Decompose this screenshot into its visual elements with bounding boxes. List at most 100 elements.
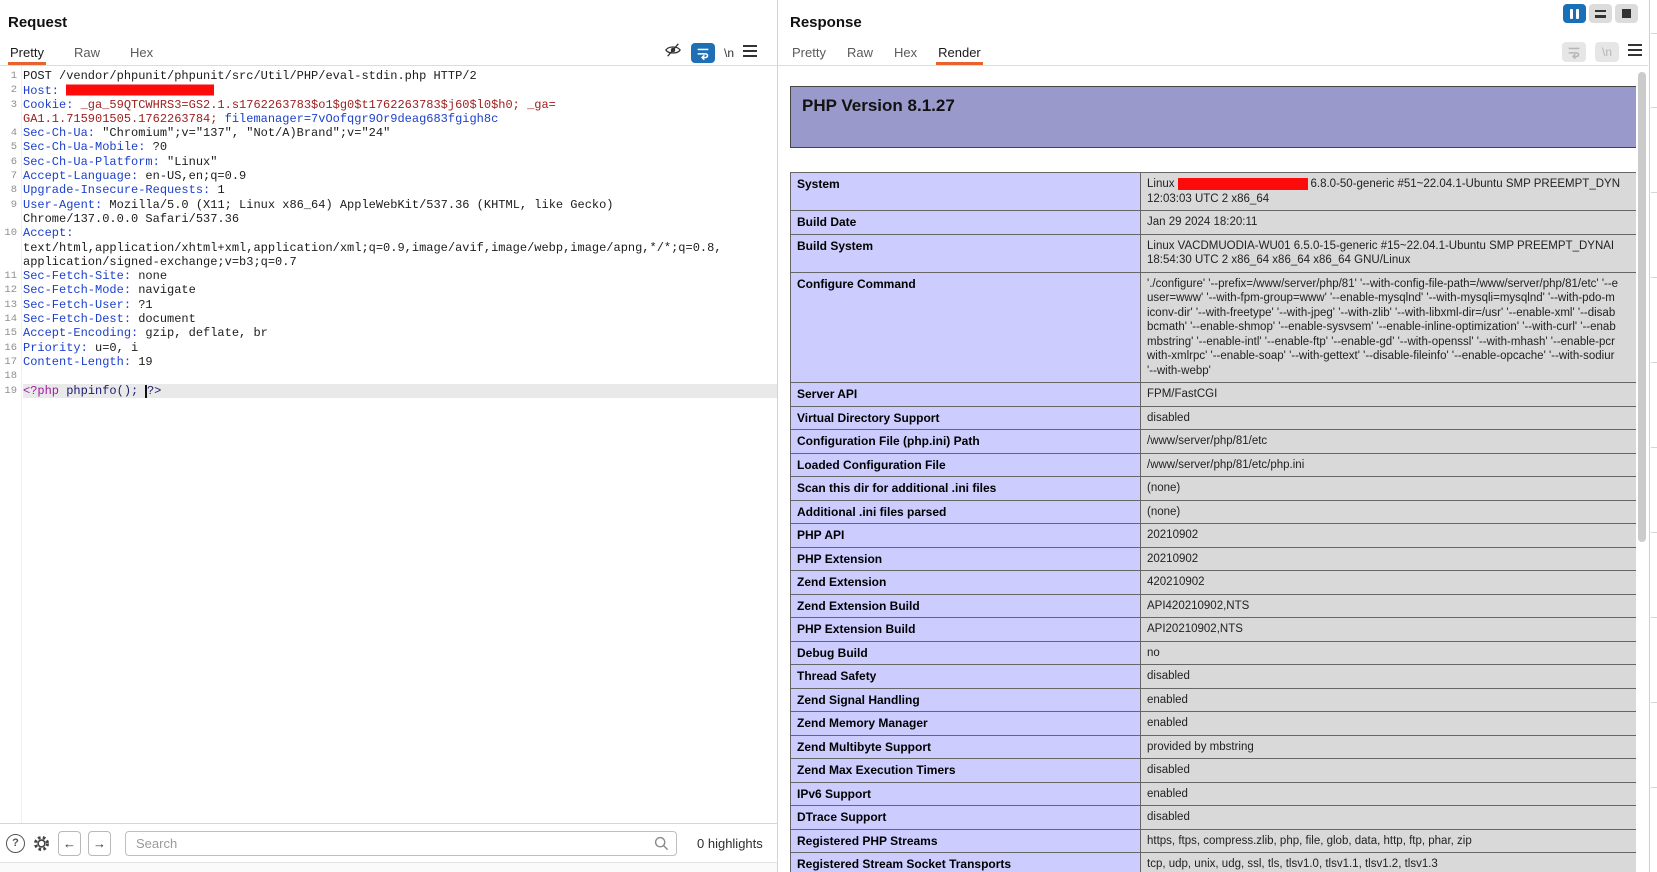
line-number: 8 (10, 184, 17, 197)
request-line[interactable]: Chrome/137.0.0.0 Safari/537.36 (0, 212, 777, 226)
phpinfo-row: Zend Multibyte Support provided by mbstri… (790, 734, 1636, 759)
response-scrollbar-thumb[interactable] (1638, 72, 1646, 542)
response-render-view[interactable]: PHP Version 8.1.27 System Linux 6.8.0-50-g… (778, 66, 1636, 872)
response-menu-icon[interactable] (1628, 43, 1642, 61)
request-line[interactable]: application/signed-exchange;v=b3;q=0.7 (0, 255, 777, 269)
phpinfo-value-cell: API420210902,NTS (1140, 593, 1636, 618)
phpinfo-value-cell: enabled (1140, 711, 1636, 736)
request-line[interactable]: 17 Content-Length: 19 (0, 355, 777, 369)
line-number: 7 (10, 170, 17, 183)
request-line[interactable]: 8 Upgrade-Insecure-Requests: 1 (0, 183, 777, 197)
request-line[interactable]: 1 POST /vendor/phpunit/phpunit/src/Util/P… (0, 69, 777, 83)
search-settings-gear-icon[interactable] (32, 834, 51, 853)
phpinfo-value-cell: './configure' '--prefix=/www/server/php/… (1140, 271, 1636, 383)
request-line[interactable]: 19 <?php phpinfo(); ?> (0, 383, 777, 398)
request-line[interactable]: 9 User-Agent: Mozilla/5.0 (X11; Linux x86… (0, 198, 777, 212)
phpinfo-label-cell: Scan this dir for additional .ini files (790, 476, 1141, 501)
request-line[interactable]: GA1.1.715901505.1762263784; filemanager=… (0, 112, 777, 126)
phpinfo-value-cell: API20210902,NTS (1140, 617, 1636, 642)
response-view-controls (1563, 4, 1638, 23)
request-line[interactable]: 16 Priority: u=0, i (0, 341, 777, 355)
phpinfo-row: Build System Linux VACDMUODIA-WU01 6.5.0-… (790, 233, 1636, 273)
request-line[interactable]: 11 Sec-Fetch-Site: none (0, 269, 777, 283)
phpinfo-row: Configure Command './configure' '--prefix… (790, 271, 1636, 383)
inspector-section-divider (1651, 702, 1657, 703)
redaction-block (1177, 177, 1308, 190)
request-line[interactable]: 10 Accept: (0, 226, 777, 240)
phpinfo-value-cell: 420210902 (1140, 570, 1636, 595)
request-toolbar: \n (664, 42, 758, 63)
request-menu-icon[interactable] (743, 44, 758, 62)
phpinfo-row: Zend Signal Handling enabled (790, 687, 1636, 712)
request-tab-pretty[interactable]: Pretty (8, 45, 46, 65)
request-editor[interactable]: 1 POST /vendor/phpunit/phpunit/src/Util/P… (0, 66, 777, 826)
request-line[interactable]: 5 Sec-Ch-Ua-Mobile: ?0 (0, 140, 777, 154)
word-wrap-icon[interactable] (691, 42, 715, 63)
inspector-section-divider (1651, 787, 1657, 788)
line-number: 11 (4, 270, 17, 283)
search-input[interactable] (125, 830, 677, 856)
stacked-view-button[interactable] (1589, 4, 1612, 23)
phpinfo-label-cell: PHP Extension Build (790, 617, 1141, 642)
inspector-section-divider (1651, 362, 1657, 363)
help-icon[interactable]: ? (6, 833, 25, 853)
request-search-bar: ? ← → 0 highlights (0, 823, 777, 862)
burp-repeater-window: Request Pretty Raw Hex \n 1 POST /vendor… (0, 0, 1657, 872)
line-number: 9 (10, 198, 17, 211)
phpinfo-value-cell: (none) (1140, 476, 1636, 501)
phpinfo-label-cell: Registered PHP Streams (790, 828, 1141, 853)
inspector-section-divider (1651, 33, 1657, 34)
request-line[interactable]: 2 Host: (0, 83, 777, 98)
request-line[interactable]: 4 Sec-Ch-Ua: "Chromium";v="137", "Not/A)B… (0, 126, 777, 140)
phpinfo-row: Additional .ini files parsed (none) (790, 499, 1636, 524)
response-tab-pretty[interactable]: Pretty (790, 45, 828, 65)
request-tab-hex[interactable]: Hex (128, 45, 155, 65)
inspector-section-divider (1651, 447, 1657, 448)
phpinfo-row: Thread Safety disabled (790, 664, 1636, 689)
request-line[interactable]: 6 Sec-Ch-Ua-Platform: "Linux" (0, 155, 777, 169)
phpinfo-label-cell: Zend Extension (790, 570, 1141, 595)
hide-matches-eye-icon[interactable] (664, 42, 682, 63)
phpinfo-value-cell: disabled (1140, 405, 1636, 430)
inspector-section-divider (1651, 192, 1657, 193)
phpinfo-row: Zend Memory Manager enabled (790, 711, 1636, 736)
response-tab-hex[interactable]: Hex (892, 45, 919, 65)
response-tab-render[interactable]: Render (936, 45, 983, 65)
phpinfo-value-cell: https, ftps, compress.zlib, php, file, g… (1140, 828, 1636, 853)
phpinfo-label-cell: Build Date (790, 210, 1141, 235)
pause-updates-button[interactable] (1563, 4, 1586, 23)
search-prev-button[interactable]: ← (58, 830, 81, 856)
phpinfo-label-cell: DTrace Support (790, 805, 1141, 830)
request-line[interactable]: 18 (0, 369, 777, 383)
phpinfo-value-cell: (none) (1140, 499, 1636, 524)
phpinfo-value-cell: /www/server/php/81/etc/php.ini (1140, 452, 1636, 477)
request-line[interactable]: 12 Sec-Fetch-Mode: navigate (0, 283, 777, 297)
show-newlines-icon[interactable]: \n (724, 46, 734, 60)
request-tab-raw[interactable]: Raw (72, 45, 102, 65)
phpinfo-label-cell: Registered Stream Socket Transports (790, 852, 1141, 872)
request-line[interactable]: 15 Accept-Encoding: gzip, deflate, br (0, 326, 777, 340)
phpinfo-row: PHP Extension 20210902 (790, 546, 1636, 571)
phpinfo-label-cell: Virtual Directory Support (790, 405, 1141, 430)
line-number: 1 (10, 70, 17, 82)
phpinfo-value-cell: disabled (1140, 758, 1636, 783)
phpinfo-label-cell: PHP Extension (790, 546, 1141, 571)
response-panel-title: Response (790, 14, 862, 31)
line-number: 6 (10, 155, 17, 168)
request-line[interactable]: 13 Sec-Fetch-User: ?1 (0, 298, 777, 312)
search-icon (654, 836, 669, 856)
request-line[interactable]: 7 Accept-Language: en-US,en;q=0.9 (0, 169, 777, 183)
response-tab-raw[interactable]: Raw (845, 45, 875, 65)
line-number: 10 (4, 227, 17, 240)
phpinfo-row: PHP API 20210902 (790, 523, 1636, 548)
phpinfo-value-cell: 20210902 (1140, 523, 1636, 548)
search-next-button[interactable]: → (88, 830, 111, 856)
single-view-button[interactable] (1615, 4, 1638, 23)
line-number: 5 (10, 141, 17, 154)
phpinfo-label-cell: Zend Extension Build (790, 593, 1141, 618)
request-line[interactable]: 3 Cookie: _ga_59QTCWHRS3=GS2.1.s176226378… (0, 98, 777, 112)
line-number: 18 (4, 370, 17, 383)
inspector-collapsed-strip[interactable] (1649, 0, 1657, 872)
request-line[interactable]: text/html,application/xhtml+xml,applicat… (0, 241, 777, 255)
request-line[interactable]: 14 Sec-Fetch-Dest: document (0, 312, 777, 326)
